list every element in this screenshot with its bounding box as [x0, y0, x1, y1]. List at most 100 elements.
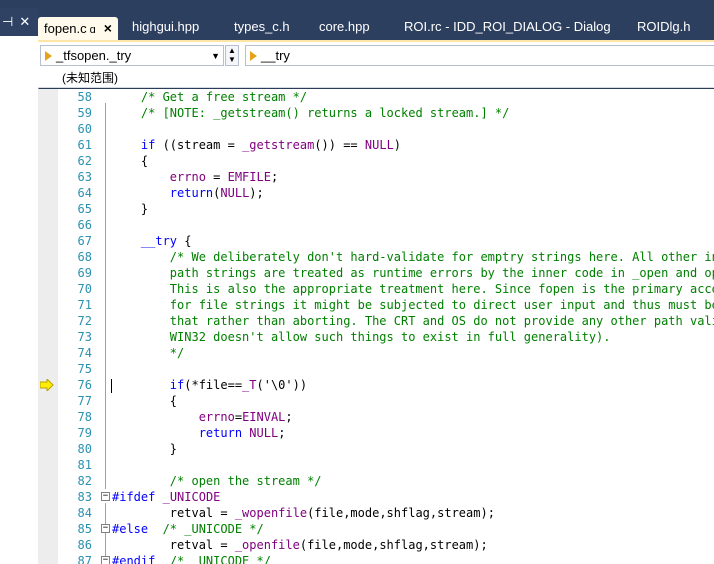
code-line: 71 for file strings it might be subjecte…	[38, 297, 714, 313]
line-number: 66	[77, 218, 92, 232]
scope-label: (未知范围)	[38, 68, 714, 88]
code-text: #else /* _UNICODE */	[112, 522, 264, 536]
text-caret	[111, 379, 112, 393]
collapse-icon[interactable]: −	[101, 556, 110, 564]
code-text: /* Get a free stream */	[140, 90, 308, 104]
line-number: 70	[77, 282, 92, 296]
line-number: 75	[77, 362, 92, 376]
line-number: 73	[77, 330, 92, 344]
code-text: if(*file==_T('\0'))	[169, 378, 308, 392]
scope-combo-value: _tfsopen._try	[56, 48, 132, 63]
tab-label: core.hpp	[319, 19, 370, 34]
code-line: 84 retval = _wopenfile(file,mode,shflag,…	[38, 505, 714, 521]
code-text: retval = _wopenfile(file,mode,shflag,str…	[112, 506, 495, 520]
code-line: 79 return NULL;	[38, 425, 714, 441]
tab-roidlg-h[interactable]: ROIDlg.h	[637, 16, 690, 40]
member-arrow-icon	[45, 51, 52, 61]
code-line: 76 if(*file==_T('\0'))	[38, 377, 714, 393]
code-line: 58 /* Get a free stream */	[38, 89, 714, 105]
code-line: 59 /* [NOTE: _getstream() returns a lock…	[38, 105, 714, 121]
code-line: 62 {	[38, 153, 714, 169]
code-text: that rather than aborting. The CRT and O…	[112, 314, 714, 328]
line-number: 64	[77, 186, 92, 200]
line-number: 78	[77, 410, 92, 424]
code-line: 82 /* open the stream */	[38, 473, 714, 489]
code-line: 67 __try {	[38, 233, 714, 249]
tab-roi-rc-dialog[interactable]: ROI.rc - IDD_ROI_DIALOG - Dialog	[404, 16, 611, 40]
line-number: 71	[77, 298, 92, 312]
code-editor[interactable]: 58 /* Get a free stream */59 /* [NOTE: _…	[38, 89, 714, 564]
code-text: for file strings it might be subjected t…	[112, 298, 714, 312]
code-line: 69 path strings are treated as runtime e…	[38, 265, 714, 281]
code-text: errno = EMFILE;	[169, 170, 279, 184]
tab-types-c-h[interactable]: types_c.h	[234, 16, 290, 40]
line-number: 60	[77, 122, 92, 136]
member-combo-value: __try	[261, 48, 290, 63]
code-line: 74 */	[38, 345, 714, 361]
side-panel-header: ⊣ ✕	[0, 8, 38, 36]
tab-core-hpp[interactable]: core.hpp	[319, 16, 370, 40]
tab-modified-icon: ɑ	[89, 24, 96, 36]
code-line: 86 retval = _openfile(file,mode,shflag,s…	[38, 537, 714, 553]
code-text: WIN32 doesn't allow such things to exist…	[112, 330, 611, 344]
code-text: return NULL;	[198, 426, 286, 440]
code-line: 68 /* We deliberately don't hard-validat…	[38, 249, 714, 265]
scope-spinner[interactable]: ▲ ▼	[225, 45, 239, 66]
line-number: 74	[77, 346, 92, 360]
pin-icon[interactable]: ⊣	[2, 14, 13, 30]
line-number: 69	[77, 266, 92, 280]
title-strip	[0, 0, 714, 8]
code-line: 72 that rather than aborting. The CRT an…	[38, 313, 714, 329]
line-number: 80	[77, 442, 92, 456]
line-number: 83	[77, 490, 92, 504]
collapse-icon[interactable]: −	[101, 492, 110, 501]
code-line: 78 errno=EINVAL;	[38, 409, 714, 425]
member-combo[interactable]: __try	[245, 45, 714, 66]
line-number: 65	[77, 202, 92, 216]
code-line: 80 }	[38, 441, 714, 457]
line-number: 63	[77, 170, 92, 184]
line-number: 67	[77, 234, 92, 248]
code-text: __try {	[140, 234, 192, 248]
line-number: 81	[77, 458, 92, 472]
code-text: return(NULL);	[169, 186, 264, 200]
line-number: 59	[77, 106, 92, 120]
line-number: 84	[77, 506, 92, 520]
code-text: path strings are treated as runtime erro…	[112, 266, 714, 280]
line-number: 85	[77, 522, 92, 536]
code-line: 63 errno = EMFILE;	[38, 169, 714, 185]
tab-label: ROIDlg.h	[637, 19, 691, 34]
tab-fopen-c[interactable]: fopen.c ɑ ×	[38, 17, 118, 40]
member-arrow-icon	[250, 51, 257, 61]
scope-combo[interactable]: _tfsopen._try ▼	[40, 45, 224, 66]
chevron-down-icon[interactable]: ▼	[211, 46, 220, 66]
code-line: 64 return(NULL);	[38, 185, 714, 201]
line-number: 86	[77, 538, 92, 552]
tab-highgui-hpp[interactable]: highgui.hpp	[132, 16, 199, 40]
line-number: 87	[77, 554, 92, 564]
line-number: 61	[77, 138, 92, 152]
code-line: 87 − #endif /* _UNICODE */	[38, 553, 714, 564]
code-line: 81	[38, 457, 714, 473]
code-line: 75	[38, 361, 714, 377]
line-number: 62	[77, 154, 92, 168]
code-line: 83− #ifdef _UNICODE	[38, 489, 714, 505]
close-icon[interactable]: ✕	[19, 14, 30, 30]
navigation-bar: _tfsopen._try ▼ ▲ ▼ __try	[38, 40, 714, 68]
tab-label: highgui.hpp	[132, 19, 200, 34]
code-text: {	[112, 154, 149, 168]
code-text: /* We deliberately don't hard-validate f…	[169, 250, 714, 264]
code-text: #ifdef _UNICODE	[112, 490, 221, 504]
current-statement-arrow-icon	[40, 379, 54, 391]
line-number: 79	[77, 426, 92, 440]
code-text: }	[112, 442, 178, 456]
tab-close-icon[interactable]: ×	[104, 17, 112, 39]
collapse-icon[interactable]: −	[101, 524, 110, 533]
side-panel: ⊣ ✕	[0, 8, 39, 564]
code-line: 61 if ((stream = _getstream()) == NULL)	[38, 137, 714, 153]
line-number: 82	[77, 474, 92, 488]
code-line: 65 }	[38, 201, 714, 217]
code-line: 70 This is also the appropriate treatmen…	[38, 281, 714, 297]
code-text: if ((stream = _getstream()) == NULL)	[140, 138, 402, 152]
code-text: /* open the stream */	[169, 474, 322, 488]
